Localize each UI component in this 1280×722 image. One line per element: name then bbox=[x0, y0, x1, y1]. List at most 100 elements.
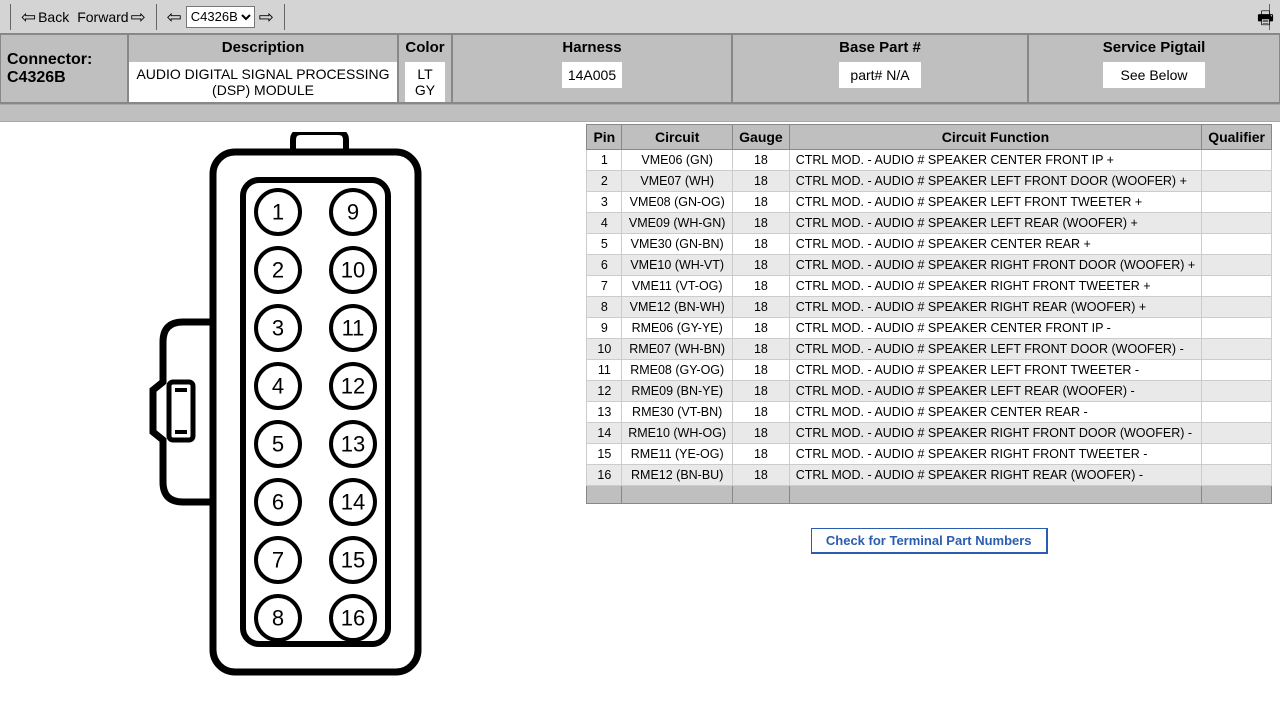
pigtail-cell: Service Pigtail See Below bbox=[1028, 34, 1280, 103]
cell-gauge: 18 bbox=[733, 234, 790, 255]
info-header: Connector: C4326B Description AUDIO DIGI… bbox=[0, 34, 1280, 104]
forward-label: Forward bbox=[77, 9, 128, 25]
cell-func: CTRL MOD. - AUDIO # SPEAKER RIGHT FRONT … bbox=[789, 444, 1201, 465]
cell-circuit: VME07 (WH) bbox=[622, 171, 733, 192]
cell-pin: 16 bbox=[587, 465, 622, 486]
cell-pin: 10 bbox=[587, 339, 622, 360]
table-row: 14RME10 (WH-OG)18CTRL MOD. - AUDIO # SPE… bbox=[587, 423, 1272, 444]
svg-text:13: 13 bbox=[341, 432, 365, 457]
cell-func: CTRL MOD. - AUDIO # SPEAKER LEFT REAR (W… bbox=[789, 213, 1201, 234]
connector-svg: 12345678910111213141516 bbox=[143, 132, 443, 692]
description-cell: Description AUDIO DIGITAL SIGNAL PROCESS… bbox=[128, 34, 398, 103]
check-terminal-button[interactable]: Check for Terminal Part Numbers bbox=[811, 528, 1048, 554]
connector-select[interactable]: C4326B bbox=[186, 6, 255, 28]
svg-text:6: 6 bbox=[272, 490, 284, 515]
description-value: AUDIO DIGITAL SIGNAL PROCESSING (DSP) MO… bbox=[129, 62, 397, 102]
cell-gauge: 18 bbox=[733, 276, 790, 297]
cell-gauge: 18 bbox=[733, 381, 790, 402]
content-area: 12345678910111213141516 Pin Circuit Gaug… bbox=[0, 122, 1280, 692]
cell-gauge: 18 bbox=[733, 213, 790, 234]
nav-prev-button[interactable]: ⇦ bbox=[163, 6, 186, 28]
separator-strip bbox=[0, 104, 1280, 122]
pigtail-label: Service Pigtail bbox=[1103, 35, 1206, 62]
cell-gauge: 18 bbox=[733, 465, 790, 486]
arrow-right-icon: ⇨ bbox=[259, 8, 274, 26]
table-row: 13RME30 (VT-BN)18CTRL MOD. - AUDIO # SPE… bbox=[587, 402, 1272, 423]
connector-heading: Connector: bbox=[7, 51, 121, 69]
table-row: 15RME11 (YE-OG)18CTRL MOD. - AUDIO # SPE… bbox=[587, 444, 1272, 465]
cell-circuit: RME08 (GY-OG) bbox=[622, 360, 733, 381]
cell-qual bbox=[1202, 318, 1272, 339]
table-row: 6VME10 (WH-VT)18CTRL MOD. - AUDIO # SPEA… bbox=[587, 255, 1272, 276]
cell-qual bbox=[1202, 234, 1272, 255]
cell-func: CTRL MOD. - AUDIO # SPEAKER CENTER FRONT… bbox=[789, 150, 1201, 171]
cell-func: CTRL MOD. - AUDIO # SPEAKER CENTER REAR … bbox=[789, 402, 1201, 423]
table-header-row: Pin Circuit Gauge Circuit Function Quali… bbox=[587, 125, 1272, 150]
print-button[interactable]: 🖶 bbox=[1257, 6, 1274, 36]
cell-qual bbox=[1202, 423, 1272, 444]
cell-gauge: 18 bbox=[733, 423, 790, 444]
cell-circuit: VME11 (VT-OG) bbox=[622, 276, 733, 297]
cell-qual bbox=[1202, 192, 1272, 213]
toolbar-separator bbox=[10, 4, 11, 30]
cell-gauge: 18 bbox=[733, 318, 790, 339]
cell-func: CTRL MOD. - AUDIO # SPEAKER LEFT FRONT D… bbox=[789, 339, 1201, 360]
cell-qual bbox=[1202, 255, 1272, 276]
cell-qual bbox=[1202, 171, 1272, 192]
cell-func: CTRL MOD. - AUDIO # SPEAKER RIGHT FRONT … bbox=[789, 255, 1201, 276]
col-pin: Pin bbox=[587, 125, 622, 150]
cell-circuit: RME06 (GY-YE) bbox=[622, 318, 733, 339]
svg-text:15: 15 bbox=[341, 548, 365, 573]
svg-text:9: 9 bbox=[347, 200, 359, 225]
cell-pin: 5 bbox=[587, 234, 622, 255]
cell-circuit: RME07 (WH-BN) bbox=[622, 339, 733, 360]
color-label: Color bbox=[405, 35, 444, 62]
basepart-value: part# N/A bbox=[839, 62, 921, 88]
cell-pin: 7 bbox=[587, 276, 622, 297]
harness-cell: Harness 14A005 bbox=[452, 34, 732, 103]
cell-qual bbox=[1202, 360, 1272, 381]
cell-qual bbox=[1202, 213, 1272, 234]
cell-func: CTRL MOD. - AUDIO # SPEAKER RIGHT FRONT … bbox=[789, 276, 1201, 297]
cell-circuit: RME11 (YE-OG) bbox=[622, 444, 733, 465]
cell-circuit: VME06 (GN) bbox=[622, 150, 733, 171]
pin-table-pane: Pin Circuit Gauge Circuit Function Quali… bbox=[586, 122, 1280, 554]
cell-circuit: VME12 (BN-WH) bbox=[622, 297, 733, 318]
nav-next-button[interactable]: ⇨ bbox=[255, 6, 278, 28]
table-row: 12RME09 (BN-YE)18CTRL MOD. - AUDIO # SPE… bbox=[587, 381, 1272, 402]
forward-button[interactable]: Forward ⇨ bbox=[73, 6, 149, 28]
cell-qual bbox=[1202, 150, 1272, 171]
arrow-left-icon: ⇦ bbox=[21, 8, 36, 26]
cell-gauge: 18 bbox=[733, 339, 790, 360]
cell-pin: 1 bbox=[587, 150, 622, 171]
cell-gauge: 18 bbox=[733, 192, 790, 213]
pin-table: Pin Circuit Gauge Circuit Function Quali… bbox=[586, 124, 1272, 504]
cell-gauge: 18 bbox=[733, 444, 790, 465]
cell-func: CTRL MOD. - AUDIO # SPEAKER LEFT FRONT D… bbox=[789, 171, 1201, 192]
cell-circuit: VME30 (GN-BN) bbox=[622, 234, 733, 255]
svg-text:2: 2 bbox=[272, 258, 284, 283]
connector-id-cell: Connector: C4326B bbox=[0, 34, 128, 103]
cell-func: CTRL MOD. - AUDIO # SPEAKER RIGHT FRONT … bbox=[789, 423, 1201, 444]
svg-text:5: 5 bbox=[272, 432, 284, 457]
description-label: Description bbox=[129, 35, 397, 62]
cell-pin: 14 bbox=[587, 423, 622, 444]
cell-pin: 3 bbox=[587, 192, 622, 213]
cell-circuit: RME12 (BN-BU) bbox=[622, 465, 733, 486]
back-label: Back bbox=[38, 9, 69, 25]
cell-circuit: RME30 (VT-BN) bbox=[622, 402, 733, 423]
table-row: 2VME07 (WH)18CTRL MOD. - AUDIO # SPEAKER… bbox=[587, 171, 1272, 192]
cell-qual bbox=[1202, 444, 1272, 465]
harness-value: 14A005 bbox=[562, 62, 622, 88]
back-button[interactable]: ⇦ Back bbox=[17, 6, 73, 28]
table-row: 4VME09 (WH-GN)18CTRL MOD. - AUDIO # SPEA… bbox=[587, 213, 1272, 234]
cell-func: CTRL MOD. - AUDIO # SPEAKER RIGHT REAR (… bbox=[789, 297, 1201, 318]
cell-qual bbox=[1202, 297, 1272, 318]
svg-text:1: 1 bbox=[272, 200, 284, 225]
cell-func: CTRL MOD. - AUDIO # SPEAKER RIGHT REAR (… bbox=[789, 465, 1201, 486]
cell-gauge: 18 bbox=[733, 297, 790, 318]
cell-func: CTRL MOD. - AUDIO # SPEAKER LEFT REAR (W… bbox=[789, 381, 1201, 402]
cell-pin: 4 bbox=[587, 213, 622, 234]
table-row: 11RME08 (GY-OG)18CTRL MOD. - AUDIO # SPE… bbox=[587, 360, 1272, 381]
table-row: 16RME12 (BN-BU)18CTRL MOD. - AUDIO # SPE… bbox=[587, 465, 1272, 486]
